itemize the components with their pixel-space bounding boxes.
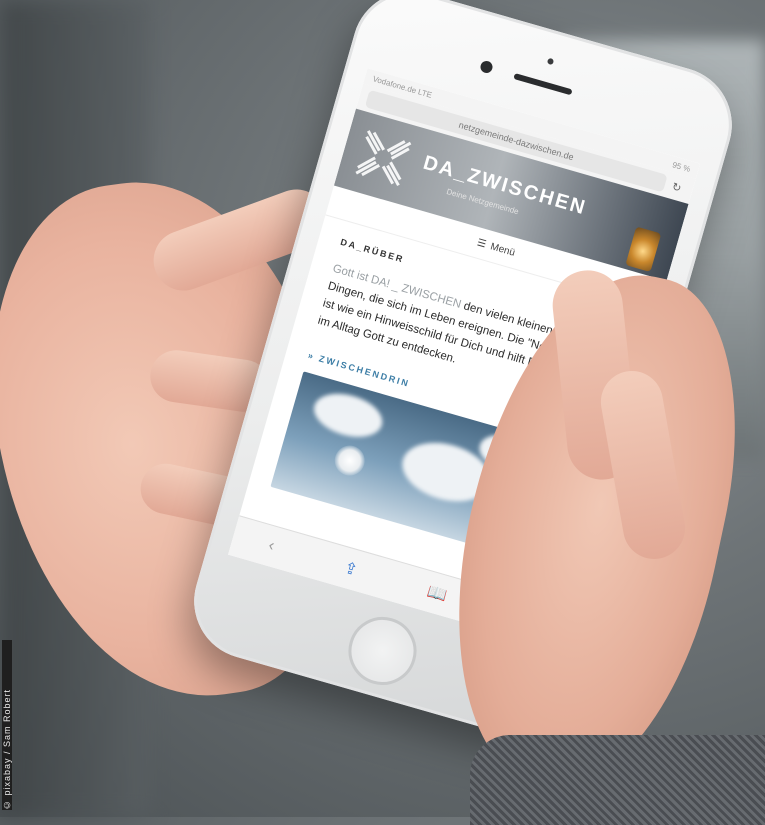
status-battery: 95 % <box>671 159 692 174</box>
back-icon[interactable]: ‹ <box>266 537 277 556</box>
bookmarks-icon[interactable]: 📖 <box>425 581 450 606</box>
cloud <box>308 386 388 445</box>
lantern-image <box>625 226 662 273</box>
hamburger-icon: ☰ <box>475 236 488 251</box>
share-icon[interactable]: ⇪ <box>342 558 360 581</box>
photo-credit: © pixabay / Sam Robert <box>2 640 12 810</box>
reload-icon[interactable]: ↻ <box>667 179 686 196</box>
menu-label: Menü <box>489 240 517 259</box>
cross-logo-icon <box>355 130 412 187</box>
dandelion <box>331 442 369 480</box>
knit-sleeve <box>470 735 765 825</box>
